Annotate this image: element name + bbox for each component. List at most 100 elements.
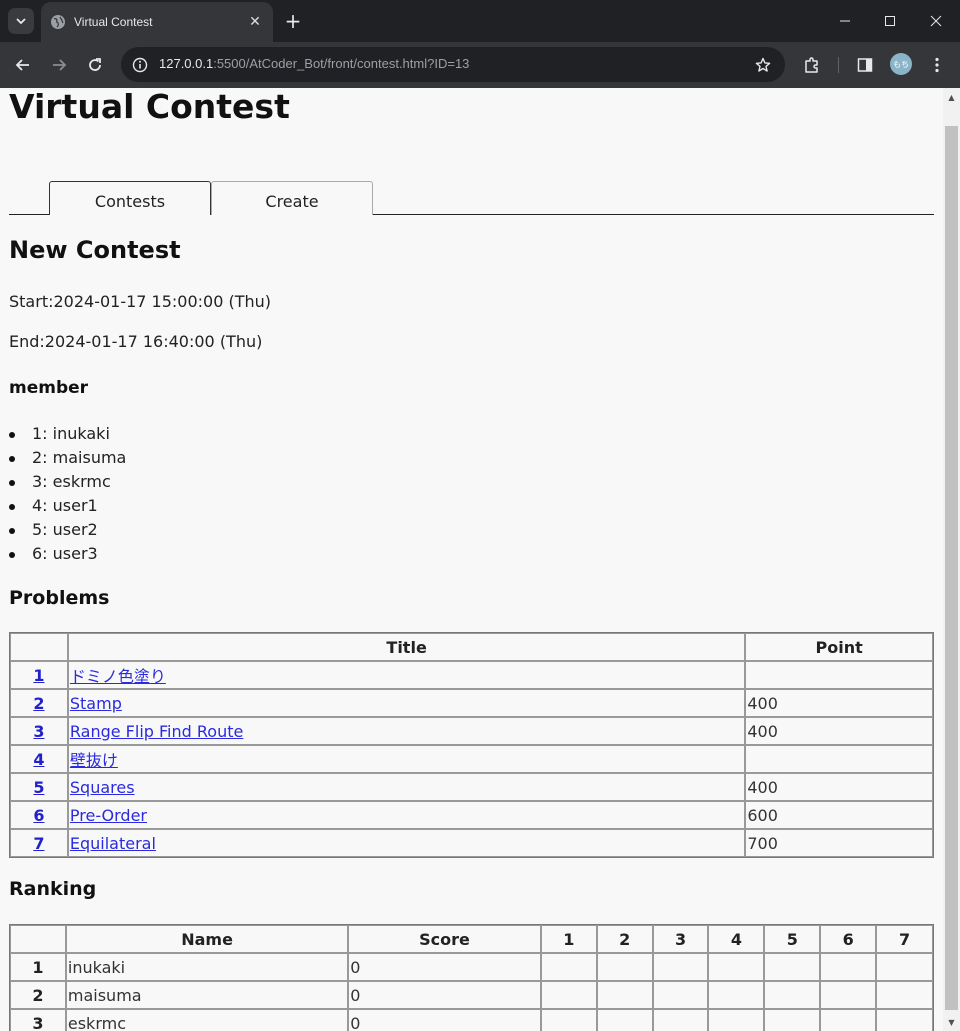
column-header: Title: [67, 633, 746, 661]
address-bar[interactable]: 127.0.0.1:5500/AtCoder_Bot/front/contest…: [121, 47, 785, 82]
problem-title-link[interactable]: Range Flip Find Route: [70, 722, 243, 741]
url-text: 127.0.0.1:5500/AtCoder_Bot/front/contest…: [159, 56, 469, 71]
chevron-down-icon: [16, 18, 26, 25]
table-row: 4 壁抜け: [10, 745, 933, 773]
table-row: 3 eskrmc 0: [10, 1009, 933, 1031]
profile-avatar[interactable]: もち: [890, 53, 912, 75]
column-header: 4: [708, 925, 765, 953]
tab-contests[interactable]: Contests: [49, 181, 211, 215]
problem-title-link[interactable]: 壁抜け: [70, 751, 118, 770]
problem-number: 7: [10, 829, 68, 857]
problem-result-cell: [708, 953, 765, 981]
page-content: Virtual Contest Contests Create New Cont…: [0, 88, 943, 1031]
problem-result-cell: [764, 981, 821, 1009]
site-info-icon: [132, 57, 148, 73]
side-panel-button[interactable]: [854, 54, 876, 76]
problem-number-link[interactable]: 3: [33, 722, 44, 741]
maximize-icon: [885, 16, 895, 26]
problem-number: 1: [10, 661, 68, 689]
browser-menu-button[interactable]: [926, 54, 948, 76]
close-icon: [930, 15, 942, 27]
list-item: 4: user1: [9, 494, 126, 518]
problem-result-cell: [876, 1009, 933, 1031]
problem-title-link[interactable]: ドミノ色塗り: [70, 667, 166, 686]
arrow-left-icon: [15, 59, 29, 71]
page-title: Virtual Contest: [9, 88, 290, 126]
member-list: 1: inukaki 2: maisuma 3: eskrmc 4: user1…: [9, 422, 126, 566]
problem-title-link[interactable]: Pre-Order: [70, 806, 147, 825]
column-header: 5: [764, 925, 821, 953]
score-cell: 0: [348, 981, 541, 1009]
close-icon[interactable]: ✕: [245, 12, 265, 32]
problem-number-link[interactable]: 1: [33, 666, 44, 685]
table-row: 3 Range Flip Find Route 400: [10, 717, 933, 745]
problem-result-cell: [596, 953, 653, 981]
problem-number-link[interactable]: 5: [33, 778, 44, 797]
tab-search-button[interactable]: [8, 8, 34, 34]
puzzle-icon: [805, 57, 818, 73]
problem-result-cell: [708, 1009, 765, 1031]
list-item: 6: user3: [9, 542, 126, 566]
site-info-button[interactable]: [129, 54, 151, 76]
scroll-down-arrow[interactable]: ▼: [943, 1015, 960, 1029]
table-row: 1 inukaki 0: [10, 953, 933, 981]
toolbar-separator: [838, 57, 839, 73]
list-item: 1: inukaki: [9, 422, 126, 446]
problem-title-link[interactable]: Equilateral: [70, 834, 156, 853]
back-button[interactable]: [10, 52, 36, 78]
rank-cell: 1: [10, 953, 66, 981]
reload-icon: [89, 58, 101, 71]
score-cell: 0: [348, 953, 541, 981]
problem-number-link[interactable]: 2: [33, 694, 44, 713]
minimize-button[interactable]: [822, 0, 868, 42]
window-close-button[interactable]: [913, 0, 959, 42]
list-item: 5: user2: [9, 518, 126, 542]
browser-tab[interactable]: Virtual Contest ✕: [41, 2, 273, 42]
extensions-button[interactable]: [801, 54, 823, 76]
scroll-up-arrow[interactable]: ▲: [943, 90, 960, 104]
forward-button[interactable]: [46, 52, 72, 78]
ranking-table: Name Score 1 2 3 4 5 6 7 1 inukaki 0 2 m…: [9, 924, 934, 1031]
contest-name: New Contest: [9, 236, 181, 264]
ranking-heading: Ranking: [9, 878, 97, 900]
problem-result-cell: [820, 953, 877, 981]
problem-title: Squares: [67, 773, 746, 801]
problem-title-link[interactable]: Stamp: [70, 694, 122, 713]
problem-point: [745, 661, 933, 689]
url-host: 127.0.0.1: [159, 56, 214, 71]
browser-toolbar: 127.0.0.1:5500/AtCoder_Bot/front/contest…: [0, 42, 960, 88]
new-tab-button[interactable]: +: [282, 9, 304, 33]
score-cell: 0: [348, 1009, 541, 1031]
problem-result-cell: [876, 981, 933, 1009]
reload-button[interactable]: [82, 52, 108, 78]
tab-title: Virtual Contest: [74, 15, 153, 29]
table-row: 6 Pre-Order 600: [10, 801, 933, 829]
table-row: 1 ドミノ色塗り: [10, 661, 933, 689]
problem-point: [745, 745, 933, 773]
maximize-button[interactable]: [867, 0, 913, 42]
column-header: 3: [652, 925, 709, 953]
problem-number-link[interactable]: 7: [33, 834, 44, 853]
table-header-row: Name Score 1 2 3 4 5 6 7: [10, 925, 933, 953]
problem-result-cell: [820, 1009, 877, 1031]
problem-number-link[interactable]: 6: [33, 806, 44, 825]
bookmark-button[interactable]: [753, 55, 773, 75]
problem-result-cell: [652, 981, 709, 1009]
tab-create[interactable]: Create: [211, 181, 373, 215]
list-item: 2: maisuma: [9, 446, 126, 470]
page-tab-bar: Contests Create: [9, 181, 934, 215]
problem-title: Range Flip Find Route: [67, 717, 746, 745]
scroll-thumb[interactable]: [945, 126, 958, 1010]
problem-title: 壁抜け: [67, 745, 746, 773]
vertical-scrollbar[interactable]: ▲ ▼: [943, 88, 960, 1031]
problem-title-link[interactable]: Squares: [70, 778, 135, 797]
column-header: Name: [65, 925, 349, 953]
rank-cell: 3: [10, 1009, 66, 1031]
table-row: 5 Squares 400: [10, 773, 933, 801]
problem-number-link[interactable]: 4: [33, 750, 44, 769]
problem-point: 400: [745, 717, 933, 745]
problem-title: Stamp: [67, 689, 746, 717]
problem-number: 2: [10, 689, 68, 717]
problem-point: 400: [745, 773, 933, 801]
column-header: Score: [348, 925, 541, 953]
